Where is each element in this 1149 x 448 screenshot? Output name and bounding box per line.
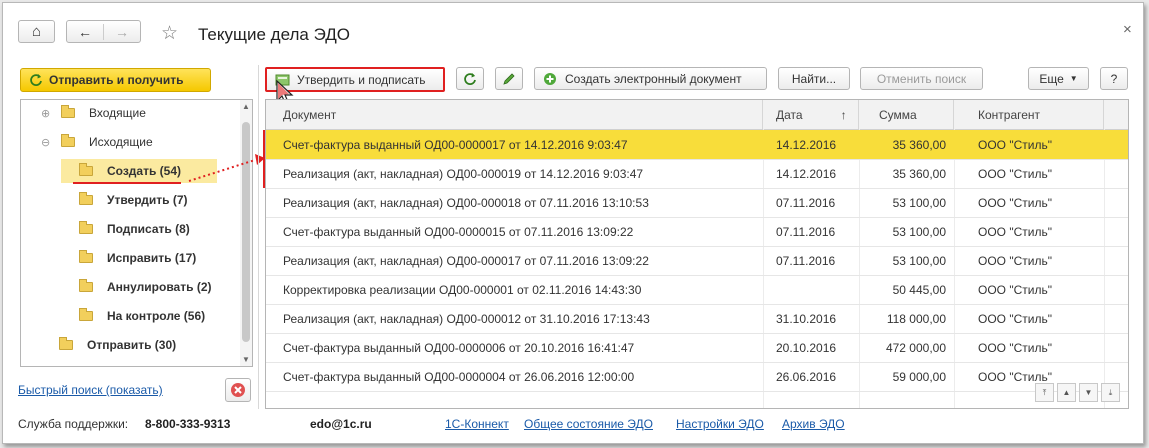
find-button[interactable]: Найти... (778, 67, 850, 90)
cell-document: Реализация (акт, накладная) ОД00-000012 … (283, 311, 650, 326)
refresh-button[interactable] (456, 67, 484, 90)
cell-date: 07.11.2016 (776, 195, 836, 210)
sort-ascending-icon: ↑ (840, 107, 847, 122)
column-header-counterparty[interactable]: Контрагент (954, 100, 1104, 129)
cell-sum: 35 360,00 (892, 166, 946, 181)
last-page-icon: ⤓ (1108, 387, 1113, 397)
table-row[interactable]: Реализация (акт, накладная) ОД00-000018 … (266, 188, 1128, 218)
support-phone: 8-800-333-9313 (145, 417, 231, 431)
cell-date: 26.06.2016 (776, 369, 837, 384)
support-email: edo@1c.ru (310, 417, 372, 431)
close-icon (231, 383, 245, 397)
cell-sum: 59 000,00 (892, 369, 946, 384)
cell-date: 14.12.2016 (776, 137, 837, 152)
cell-date: 07.11.2016 (776, 253, 836, 268)
cancel-search-label: Отменить поиск (876, 71, 967, 86)
cell-document: Реализация (акт, накладная) ОД00-000019 … (283, 166, 644, 181)
help-label: ? (1110, 71, 1118, 86)
cell-date: 20.10.2016 (776, 340, 837, 355)
clear-search-button[interactable] (225, 378, 251, 402)
column-label: Документ (283, 107, 337, 122)
pencil-icon (503, 72, 515, 85)
cell-document: Счет-фактура выданный ОД00-0000006 от 20… (283, 340, 635, 355)
chevron-down-icon: ▼ (1069, 74, 1078, 83)
scroll-to-bottom-button[interactable]: ⤓ (1101, 383, 1120, 402)
create-doc-label: Создать электронный документ (565, 71, 742, 86)
cell-date: 07.11.2016 (776, 224, 836, 239)
documents-table: Документ Дата ↑ Сумма Контрагент Счет-фа… (265, 99, 1129, 409)
column-label: Сумма (879, 107, 917, 122)
edit-button[interactable] (495, 67, 523, 90)
cell-document: Счет-фактура выданный ОД00-0000004 от 26… (283, 369, 635, 384)
cell-counterparty: ООО "Стиль" (978, 195, 1052, 210)
cell-sum: 53 100,00 (892, 253, 946, 268)
cell-date: 31.10.2016 (776, 311, 837, 326)
link-1c-connect[interactable]: 1С-Коннект (445, 417, 509, 431)
cell-document: Корректировка реализации ОД00-000001 от … (283, 282, 642, 297)
link-edo-archive[interactable]: Архив ЭДО (782, 417, 845, 431)
cell-document: Счет-фактура выданный ОД00-0000015 от 07… (283, 224, 634, 239)
cell-sum: 53 100,00 (892, 224, 946, 239)
more-menu-button[interactable]: Еще ▼ (1028, 67, 1089, 90)
table-row[interactable]: Счет-фактура выданный ОД00-0000004 от 26… (266, 362, 1128, 392)
cell-counterparty: ООО "Стиль" (978, 166, 1052, 181)
quick-search-link[interactable]: Быстрый поиск (показать) (18, 383, 163, 397)
dotted-arrow-annotation (188, 159, 256, 182)
cell-counterparty: ООО "Стиль" (978, 224, 1052, 239)
chevron-down-icon: ▼ (1084, 388, 1093, 397)
cell-sum: 50 445,00 (892, 282, 946, 297)
cell-counterparty: ООО "Стиль" (978, 253, 1052, 268)
table-row[interactable]: Счет-фактура выданный ОД00-0000017 от 14… (266, 130, 1128, 160)
chevron-up-icon: ▲ (1062, 388, 1071, 397)
cell-counterparty: ООО "Стиль" (978, 311, 1052, 326)
table-row[interactable]: Счет-фактура выданный ОД00-0000006 от 20… (266, 333, 1128, 363)
more-label: Еще (1039, 71, 1064, 86)
table-row[interactable]: Счет-фактура выданный ОД00-0000015 от 07… (266, 217, 1128, 247)
column-header-document[interactable]: Документ (266, 100, 763, 129)
table-row[interactable]: Корректировка реализации ОД00-000001 от … (266, 275, 1128, 305)
column-header-sum[interactable]: Сумма (859, 100, 954, 129)
cancel-search-button[interactable]: Отменить поиск (860, 67, 983, 90)
scroll-to-top-button[interactable]: ⤒ (1035, 383, 1054, 402)
column-header-date[interactable]: Дата ↑ (763, 100, 859, 129)
create-electronic-document-button[interactable]: Создать электронный документ (534, 67, 767, 90)
help-button[interactable]: ? (1100, 67, 1128, 90)
first-page-icon: ⤒ (1042, 387, 1047, 397)
column-label: Контрагент (978, 107, 1041, 122)
cell-date: 14.12.2016 (776, 166, 837, 181)
scroll-up-button[interactable]: ▲ (1057, 383, 1076, 402)
panel-divider (258, 65, 259, 409)
table-header: Документ Дата ↑ Сумма Контрагент (266, 100, 1128, 130)
find-label: Найти... (791, 71, 837, 86)
link-edo-status[interactable]: Общее состояние ЭДО (524, 417, 653, 431)
cell-document: Реализация (акт, накладная) ОД00-000017 … (283, 253, 649, 268)
cell-sum: 472 000,00 (885, 340, 946, 355)
support-label: Служба поддержки: (18, 417, 129, 431)
scroll-down-button[interactable]: ▼ (1079, 383, 1098, 402)
cell-counterparty: ООО "Стиль" (978, 137, 1052, 152)
cell-document: Реализация (акт, накладная) ОД00-000018 … (283, 195, 649, 210)
table-row[interactable]: Реализация (акт, накладная) ОД00-000019 … (266, 159, 1128, 189)
cell-sum: 53 100,00 (892, 195, 946, 210)
cell-sum: 118 000,00 (886, 311, 946, 326)
cell-date (763, 275, 859, 304)
table-row[interactable]: Реализация (акт, накладная) ОД00-000017 … (266, 246, 1128, 276)
cell-sum: 35 360,00 (892, 137, 946, 152)
column-label: Дата (776, 107, 803, 122)
add-icon (544, 72, 556, 85)
cell-document: Счет-фактура выданный ОД00-0000017 от 14… (283, 137, 628, 152)
refresh-icon (464, 72, 476, 85)
approve-sign-label: Утвердить и подписать (297, 72, 426, 87)
edo-window: ⌂ ← → ☆ Текущие дела ЭДО × Отправить и п… (2, 2, 1144, 444)
cell-counterparty: ООО "Стиль" (978, 340, 1052, 355)
link-edo-settings[interactable]: Настройки ЭДО (676, 417, 764, 431)
cell-counterparty: ООО "Стиль" (978, 282, 1052, 297)
table-row[interactable]: Реализация (акт, накладная) ОД00-000012 … (266, 304, 1128, 334)
